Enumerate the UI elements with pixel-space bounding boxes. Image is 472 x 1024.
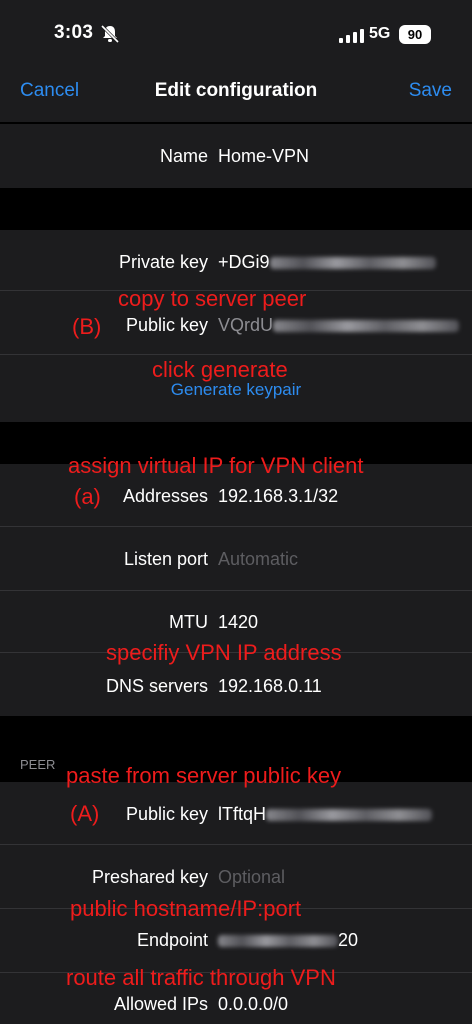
peer-public-key-field[interactable]: lTftqH — [218, 804, 433, 825]
private-key-field[interactable]: +DGi9 — [218, 252, 436, 273]
listen-port-label: Listen port — [123, 549, 208, 569]
public-key-field: VQrdU — [218, 315, 460, 336]
endpoint-port-value: 20 — [338, 930, 359, 950]
annotation-marker-a: (a) — [74, 484, 101, 509]
annotation-marker-a-upper: (A) — [70, 801, 100, 826]
annotation-marker-b: (B) — [72, 314, 102, 339]
redacted-public-key — [273, 320, 460, 333]
redacted-private-key — [269, 257, 436, 270]
public-key-label: Public key — [125, 315, 208, 335]
addresses-label: Addresses — [122, 486, 208, 506]
silent-bell-icon — [100, 25, 120, 43]
peer-section-header: PEER — [20, 757, 56, 772]
preshared-key-field[interactable]: Optional — [218, 867, 285, 888]
preshared-key-label: Preshared key — [91, 867, 208, 887]
redacted-peer-public-key — [266, 809, 433, 822]
name-label: Name — [159, 146, 208, 166]
private-key-value: +DGi9 — [218, 252, 270, 272]
endpoint-label: Endpoint — [136, 930, 208, 950]
battery-icon: 90 — [399, 25, 431, 44]
public-key-value: VQrdU — [218, 315, 274, 335]
annotation-specify-ip: specifiy VPN IP address — [106, 640, 342, 665]
annotation-assign-ip: assign virtual IP for VPN client — [68, 453, 364, 478]
signal-icon — [339, 29, 364, 43]
separator — [0, 590, 472, 591]
network-type: 5G — [369, 25, 391, 42]
peer-public-key-label: Public key — [125, 804, 208, 824]
separator — [0, 354, 472, 355]
redacted-endpoint — [218, 935, 338, 948]
mtu-label: MTU — [169, 612, 208, 632]
allowed-ips-label: Allowed IPs — [113, 994, 208, 1014]
dns-servers-field[interactable]: 192.168.0.11 — [218, 676, 322, 697]
cancel-button[interactable]: Cancel — [20, 80, 79, 102]
endpoint-field[interactable]: 20 — [218, 930, 358, 951]
separator — [0, 526, 472, 527]
annotation-click-generate: click generate — [152, 357, 288, 382]
separator — [0, 844, 472, 845]
listen-port-field[interactable]: Automatic — [218, 549, 298, 570]
generate-keypair-button[interactable]: Generate keypair — [0, 380, 472, 400]
dns-servers-label: DNS servers — [105, 676, 208, 696]
annotation-route-all: route all traffic through VPN — [66, 965, 336, 990]
name-field[interactable]: Home-VPN — [218, 146, 309, 167]
mtu-field[interactable]: 1420 — [218, 612, 258, 633]
peer-public-key-value: lTftqH — [218, 804, 267, 824]
annotation-paste-key: paste from server public key — [66, 763, 342, 788]
annotation-hostname: public hostname/IP:port — [70, 896, 302, 921]
private-key-label: Private key — [118, 252, 208, 272]
annotation-copy-to-server: copy to server peer — [118, 286, 307, 311]
status-time: 3:03 — [54, 22, 94, 43]
allowed-ips-field[interactable]: 0.0.0.0/0 — [218, 994, 288, 1015]
save-button[interactable]: Save — [409, 80, 452, 102]
addresses-field[interactable]: 192.168.3.1/32 — [218, 486, 338, 507]
